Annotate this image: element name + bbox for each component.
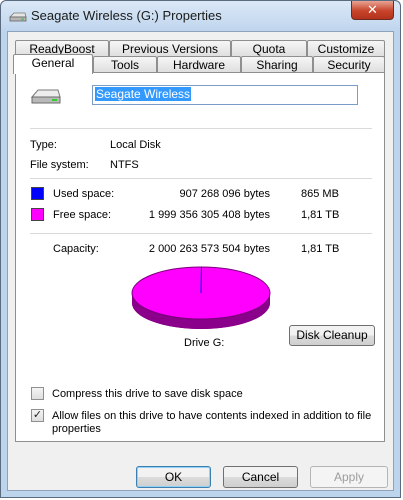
drive-large-icon (30, 89, 61, 104)
free-space-bytes: 1 999 356 305 408 bytes (148, 209, 270, 221)
check-icon: ✓ (32, 409, 43, 421)
drive-name-input[interactable]: Seagate Wireless (92, 85, 358, 105)
title-bar[interactable]: Seagate Wireless (G:) Properties ✕ (1, 1, 400, 31)
drive-name-value: Seagate Wireless (95, 87, 192, 101)
close-icon: ✕ (367, 2, 378, 17)
apply-button[interactable]: Apply (310, 466, 388, 488)
drive-letter-label: Drive G: (184, 337, 225, 349)
file-system-value: NTFS (110, 159, 139, 171)
dialog-body: ReadyBoost Previous Versions Quota Custo… (7, 31, 394, 491)
ok-button[interactable]: OK (136, 466, 211, 488)
compress-checkbox[interactable] (31, 387, 44, 400)
capacity-short: 1,81 TB (301, 243, 340, 255)
used-space-swatch (31, 187, 44, 200)
separator (30, 128, 372, 129)
capacity-bytes: 2 000 263 573 504 bytes (148, 243, 270, 255)
free-space-short: 1,81 TB (301, 209, 340, 221)
disk-usage-pie (131, 266, 271, 329)
close-button[interactable]: ✕ (351, 1, 394, 20)
tab-general[interactable]: General (13, 54, 93, 74)
general-tab-panel: Seagate Wireless Type: Local Disk File s… (15, 72, 385, 442)
drive-icon (9, 12, 27, 22)
capacity-label: Capacity: (53, 243, 99, 255)
used-space-short: 865 MB (301, 188, 339, 200)
disk-cleanup-button[interactable]: Disk Cleanup (289, 325, 375, 346)
type-value: Local Disk (110, 139, 161, 151)
separator (30, 178, 372, 179)
file-system-label: File system: (30, 159, 89, 171)
separator (30, 233, 372, 234)
type-label: Type: (30, 139, 57, 151)
window-title: Seagate Wireless (G:) Properties (31, 8, 222, 23)
free-space-label: Free space: (53, 209, 112, 221)
compress-label[interactable]: Compress this drive to save disk space (52, 388, 243, 400)
properties-window: Seagate Wireless (G:) Properties ✕ Ready… (0, 0, 401, 498)
index-label[interactable]: Allow files on this drive to have conten… (52, 410, 372, 436)
used-space-label: Used space: (53, 188, 115, 200)
free-space-swatch (31, 208, 44, 221)
index-checkbox[interactable]: ✓ (31, 409, 44, 422)
cancel-button[interactable]: Cancel (223, 466, 298, 488)
used-space-bytes: 907 268 096 bytes (179, 188, 270, 200)
